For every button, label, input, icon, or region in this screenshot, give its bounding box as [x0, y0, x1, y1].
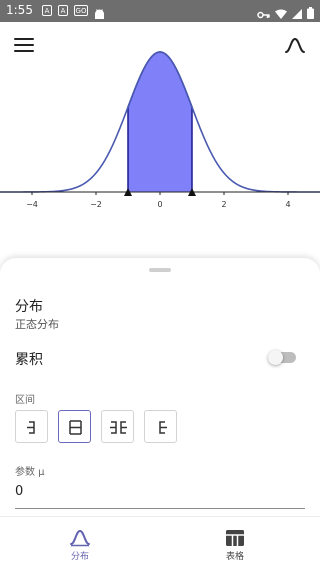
x-tick-label: −4 — [26, 200, 38, 209]
menu-button[interactable] — [14, 38, 34, 54]
distribution-type-button[interactable] — [284, 36, 306, 56]
interval-label: 区间 — [15, 395, 35, 406]
left-bound-icon — [27, 421, 35, 434]
notification-a-icon: A — [42, 5, 52, 16]
status-right-icons — [257, 4, 314, 23]
nav-item-table[interactable]: 表格 — [155, 517, 315, 569]
nav-item-distribution[interactable]: 分布 — [0, 517, 160, 569]
menu-icon-bar — [14, 50, 34, 52]
notification-a-icon: A — [58, 5, 68, 16]
shaded-area — [128, 52, 192, 192]
sheet-title: 分布 — [15, 299, 43, 315]
bottom-sheet: 分布 正态分布 累积 区间 参数 μ 0 — [0, 258, 320, 516]
distribution-name[interactable]: 正态分布 — [15, 316, 59, 332]
cell-signal-icon — [292, 4, 302, 23]
distribution-graph[interactable]: −4 −2 0 2 4 — [0, 22, 320, 260]
sheet-drag-handle[interactable] — [149, 268, 171, 272]
battery-icon — [307, 4, 314, 23]
status-time: 1:55 — [6, 3, 33, 17]
right-bound-button[interactable] — [144, 410, 177, 443]
vpn-key-icon — [257, 4, 270, 23]
menu-icon — [14, 38, 34, 40]
right-bound-icon — [159, 421, 167, 434]
notification-go-icon: GO — [74, 5, 88, 16]
distribution-icon — [70, 529, 90, 547]
bottom-navigation: 分布 表格 — [0, 516, 320, 569]
x-tick-label: 2 — [221, 200, 226, 209]
two-sided-interval-icon — [69, 420, 82, 435]
x-tick-label: 0 — [157, 200, 162, 209]
parameter-input-underline — [15, 508, 305, 509]
two-sided-interval-button[interactable] — [58, 410, 91, 443]
nav-label-table: 表格 — [225, 552, 244, 562]
cumulative-toggle[interactable] — [268, 350, 296, 365]
status-bar: 1:55 A A GO — [0, 0, 320, 22]
parameter-mu-input[interactable]: 0 — [15, 484, 23, 499]
toggle-thumb — [268, 350, 283, 365]
distribution-chart: −4 −2 0 2 4 — [0, 51, 320, 209]
x-tick-label: 4 — [285, 200, 290, 209]
x-tick-label: −2 — [90, 200, 102, 209]
outside-interval-icon — [110, 421, 127, 434]
menu-icon-bar — [14, 44, 34, 46]
parameter-mu-label: 参数 μ — [15, 467, 45, 478]
nav-label-distribution: 分布 — [70, 552, 89, 562]
wifi-icon — [275, 4, 287, 23]
table-icon — [226, 530, 244, 546]
outside-interval-button[interactable] — [101, 410, 134, 443]
left-bound-button[interactable] — [15, 410, 48, 443]
cumulative-label: 累积 — [15, 352, 43, 368]
bell-curve-icon — [285, 37, 305, 53]
